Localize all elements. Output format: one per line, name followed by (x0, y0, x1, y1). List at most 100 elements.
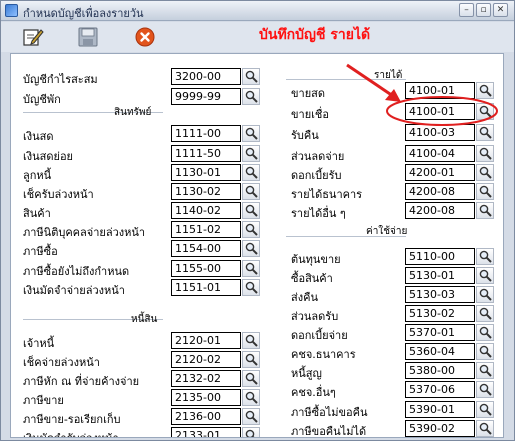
account-code-field[interactable]: 1155-00 (171, 260, 241, 277)
search-icon (479, 403, 492, 416)
account-code-field[interactable]: 5130-03 (405, 286, 475, 303)
account-code-field[interactable]: 2135-00 (171, 389, 241, 406)
search-button[interactable] (476, 183, 494, 200)
field-label: เงินสด (23, 130, 54, 143)
account-code-field[interactable]: 1111-00 (171, 125, 241, 142)
account-code-field[interactable]: 5370-06 (405, 381, 475, 398)
account-code-field[interactable]: 1151-02 (171, 221, 241, 238)
search-button[interactable] (242, 279, 260, 296)
account-code-field[interactable]: 5390-01 (405, 401, 475, 418)
account-code-field[interactable]: 2132-02 (171, 370, 241, 387)
search-button[interactable] (476, 82, 494, 99)
search-button[interactable] (476, 267, 494, 284)
account-code-field[interactable]: 4100-01 (405, 103, 475, 120)
account-code-field[interactable]: 4100-03 (405, 124, 475, 141)
minimize-button[interactable]: – (459, 3, 474, 17)
field-label: คชจ.ธนาคาร (291, 348, 356, 361)
field-label: เช็คจ่ายล่วงหน้า (23, 356, 100, 369)
account-code-field[interactable]: 5390-02 (405, 420, 475, 437)
search-button[interactable] (242, 221, 260, 238)
restore-button[interactable]: ▫ (476, 3, 491, 17)
retained-earnings-field[interactable]: 3200-00 (171, 68, 241, 85)
search-button[interactable] (242, 427, 260, 437)
field-label: ภาษีขาย-รอเรียกเก็บ (23, 413, 121, 426)
field-label: เงินสดย่อย (23, 150, 74, 163)
search-button[interactable] (476, 362, 494, 379)
field-label: ส่วนลดจ่าย (291, 150, 345, 163)
cancel-button[interactable] (133, 25, 157, 49)
account-code-field[interactable]: 1151-01 (171, 279, 241, 296)
section-title-expenses: ค่าใช้จ่าย (366, 226, 408, 237)
account-code-field[interactable]: 4100-01 (405, 82, 475, 99)
search-button[interactable] (242, 183, 260, 200)
account-code-field[interactable]: 1111-50 (171, 145, 241, 162)
account-code-field[interactable]: 4200-08 (405, 202, 475, 219)
account-code-field[interactable]: 2136-00 (171, 408, 241, 425)
search-icon (245, 204, 258, 217)
account-code-field[interactable]: 2120-01 (171, 332, 241, 349)
search-button[interactable] (476, 164, 494, 181)
account-code-field[interactable]: 1130-02 (171, 183, 241, 200)
search-button[interactable] (476, 202, 494, 219)
account-code-field[interactable]: 4100-04 (405, 145, 475, 162)
search-button[interactable] (242, 370, 260, 387)
suspense-account-field[interactable]: 9999-99 (171, 88, 241, 105)
section-title-assets: สินทรัพย์ (114, 107, 152, 118)
field-label: รายได้ธนาคาร (291, 188, 363, 201)
account-code-field[interactable]: 4200-08 (405, 183, 475, 200)
search-icon (479, 383, 492, 396)
field-label: ภาษีซื้อ (23, 245, 58, 258)
search-button[interactable] (242, 351, 260, 368)
field-label: ส่งคืน (291, 291, 318, 304)
form-panel: บัญชีกำไรสะสม 3200-00 บัญชีพัก 9999-99 ส… (10, 53, 504, 438)
account-code-field[interactable]: 5130-01 (405, 267, 475, 284)
field-label: สินค้า (23, 207, 51, 220)
search-button[interactable] (242, 389, 260, 406)
account-code-field[interactable]: 5370-01 (405, 324, 475, 341)
search-icon (245, 127, 258, 140)
search-button[interactable] (476, 305, 494, 322)
field-label: รายได้อื่น ๆ (291, 207, 346, 220)
search-button[interactable] (242, 88, 260, 105)
account-code-field[interactable]: 2133-01 (171, 427, 241, 437)
account-code-field[interactable]: 1130-01 (171, 164, 241, 181)
search-button[interactable] (476, 381, 494, 398)
search-button[interactable] (242, 164, 260, 181)
search-button[interactable] (242, 125, 260, 142)
search-button[interactable] (476, 124, 494, 141)
account-code-field[interactable]: 2120-02 (171, 351, 241, 368)
search-button[interactable] (242, 68, 260, 85)
search-button[interactable] (242, 240, 260, 257)
edit-button[interactable] (21, 25, 45, 49)
field-label: ภาษีนิติบุคคลจ่ายล่วงหน้า (23, 226, 146, 239)
search-button[interactable] (476, 401, 494, 418)
account-code-field[interactable]: 5130-02 (405, 305, 475, 322)
search-button[interactable] (476, 286, 494, 303)
account-code-field[interactable]: 5380-00 (405, 362, 475, 379)
search-button[interactable] (242, 260, 260, 277)
search-button[interactable] (476, 145, 494, 162)
field-label: ภาษีซื้อไม่ขอคืน (291, 406, 368, 419)
search-icon (479, 364, 492, 377)
field-label: เช็ครับล่วงหน้า (23, 188, 94, 201)
save-icon (78, 27, 98, 47)
search-button[interactable] (476, 248, 494, 265)
close-window-button[interactable]: ✕ (493, 3, 508, 17)
account-code-field[interactable]: 4200-01 (405, 164, 475, 181)
search-button[interactable] (476, 324, 494, 341)
search-icon (479, 166, 492, 179)
account-code-field[interactable]: 5360-04 (405, 343, 475, 360)
search-button[interactable] (242, 332, 260, 349)
search-button[interactable] (476, 343, 494, 360)
save-button[interactable] (76, 25, 100, 49)
search-button[interactable] (242, 408, 260, 425)
title-bar: กำหนดบัญชีเพื่อลงรายวัน – ▫ ✕ (1, 1, 514, 21)
account-code-field[interactable]: 5110-00 (405, 248, 475, 265)
account-code-field[interactable]: 1154-00 (171, 240, 241, 257)
search-button[interactable] (242, 202, 260, 219)
search-button[interactable] (476, 103, 494, 120)
search-button[interactable] (476, 420, 494, 437)
search-icon (479, 345, 492, 358)
account-code-field[interactable]: 1140-02 (171, 202, 241, 219)
search-button[interactable] (242, 145, 260, 162)
